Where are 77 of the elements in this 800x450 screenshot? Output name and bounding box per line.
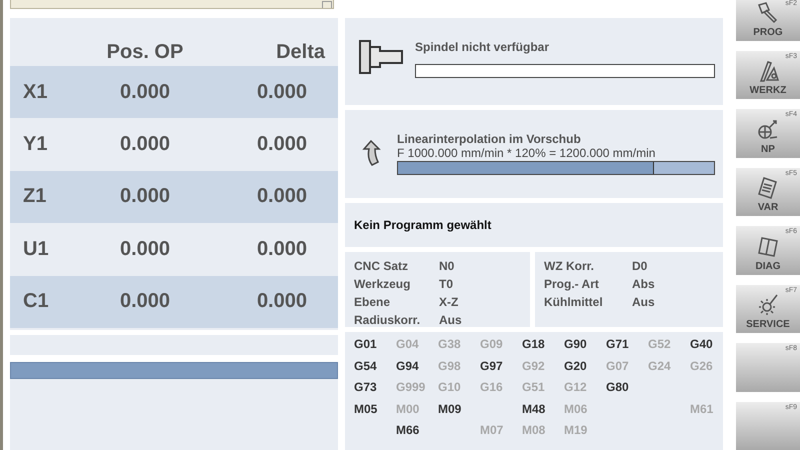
code-cell-text: G12 [564, 380, 588, 396]
code-cell-text: M19 [564, 423, 588, 439]
code-cell-text: G40 [690, 337, 714, 353]
code-cell-text: M00 [396, 402, 420, 418]
code-cell-text: M48 [522, 402, 546, 418]
code-cell-text: G09 [480, 337, 504, 353]
pen-icon [756, 0, 780, 25]
code-cell-text: G94 [396, 358, 420, 374]
info-value: Aus [439, 312, 463, 329]
code-cell-text: G16 [480, 380, 504, 396]
position-value: 0.000 [118, 133, 172, 156]
code-cell-text: M66 [396, 423, 420, 439]
code-cell-text: G52 [648, 337, 672, 353]
feed-value: F 1000.000 mm/min * 120% = 1200.000 mm/min [397, 146, 656, 160]
info-label: Kühlmittel [544, 294, 604, 311]
code-cell-text: G999 [396, 380, 426, 396]
code-cell-text: G51 [522, 380, 546, 396]
axis-name: X1 [22, 80, 48, 104]
code-cell-text: G10 [438, 380, 462, 396]
info-label: Radiuskorr. [354, 312, 422, 329]
info-value: Abs [632, 276, 656, 293]
spindle-icon [359, 40, 405, 74]
column-header: Delta [275, 41, 326, 64]
code-cell-text: G20 [564, 358, 588, 374]
delta-value: 0.000 [256, 80, 308, 104]
code-cell-text: G26 [690, 358, 714, 374]
code-cell-text: G24 [648, 358, 672, 374]
code-cell-text: M09 [438, 402, 462, 418]
position-value: 0.000 [118, 80, 172, 104]
position-value: 0.000 [118, 238, 172, 261]
spindle-status: Spindel nicht verfügbar [415, 40, 550, 54]
position-value: 0.000 [118, 185, 172, 208]
info-label: WZ Korr. [544, 258, 595, 275]
code-cell-text: M07 [480, 423, 504, 439]
input-field[interactable] [10, 0, 334, 9]
delta-value: 0.000 [256, 185, 308, 208]
document-icon [756, 176, 780, 200]
code-cell-text: M61 [690, 402, 714, 418]
code-cell-text: M06 [564, 402, 588, 418]
code-cell-text: G18 [522, 337, 546, 353]
column-header: Pos. OP [106, 41, 184, 64]
info-label: Prog.- Art [544, 276, 600, 293]
info-value: Aus [632, 294, 656, 311]
code-cell-text: G97 [480, 358, 504, 374]
code-cell-text: G71 [606, 337, 630, 353]
axis-name: Z1 [22, 185, 48, 208]
info-value: D0 [632, 258, 648, 275]
delta-value: 0.000 [256, 238, 308, 261]
axis-name: Y1 [22, 133, 48, 156]
code-cell-text: M08 [522, 423, 546, 439]
delta-value: 0.000 [256, 133, 308, 156]
feed-mode: Linearinterpolation im Vorschub [397, 132, 582, 146]
position-value: 0.000 [118, 290, 172, 314]
info-label: Werkzeug [354, 276, 412, 293]
code-cell-text: G73 [354, 380, 378, 396]
info-label: Ebene [354, 294, 392, 311]
info-label: CNC Satz [354, 258, 410, 275]
code-cell-text: G92 [522, 358, 546, 374]
info-value: T0 [439, 276, 454, 293]
curved-arrow-icon [361, 140, 381, 166]
code-cell-text: G04 [396, 337, 420, 353]
code-cell-text: G80 [606, 380, 630, 396]
info-value: N0 [439, 258, 456, 275]
code-cell-text: G98 [438, 358, 462, 374]
gear-icon [756, 293, 780, 318]
code-cell-text: G01 [354, 337, 378, 353]
code-cell-text: G07 [606, 358, 630, 374]
code-cell-text: G90 [564, 337, 588, 353]
code-cell-text: G38 [438, 337, 462, 353]
panel-icon [756, 234, 780, 259]
delta-value: 0.000 [256, 290, 308, 314]
program-status: Kein Programm gewählt [353, 218, 492, 232]
info-value: X-Z [439, 294, 460, 311]
code-cell-text: M05 [354, 402, 378, 418]
axis-name: U1 [22, 238, 50, 261]
code-cell-text: G54 [354, 358, 378, 374]
axis-name: C1 [22, 290, 50, 314]
